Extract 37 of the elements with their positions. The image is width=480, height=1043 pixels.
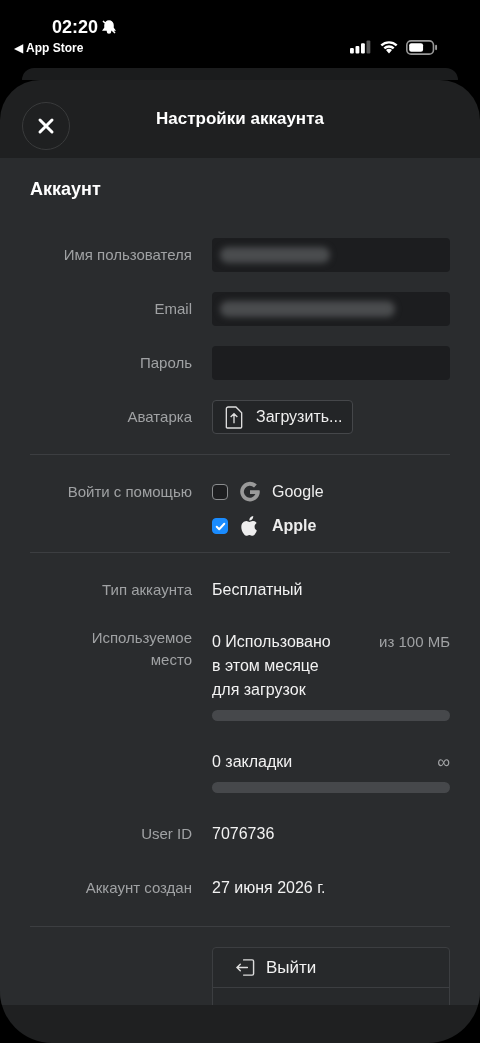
logout-button[interactable]: Выйти xyxy=(213,948,449,988)
field-label: Пароль xyxy=(138,353,192,373)
field-label: Имя пользователя xyxy=(62,245,192,265)
muted-bell-icon xyxy=(101,19,118,35)
field-label: User ID xyxy=(140,824,192,844)
field-label: Аватарка xyxy=(126,407,192,427)
checkbox[interactable] xyxy=(212,484,228,500)
field-label: Войти с помощью xyxy=(66,482,192,502)
input-field[interactable] xyxy=(212,238,450,272)
usage-text: 0 Использовано в этом месяце для загрузок xyxy=(212,632,331,700)
wifi-icon xyxy=(379,39,399,55)
user-id-value: 7076736 xyxy=(212,825,275,842)
input-field[interactable] xyxy=(212,292,450,326)
provider-name: Apple xyxy=(272,517,317,535)
logout-icon xyxy=(235,958,256,977)
provider-name: Google xyxy=(272,483,324,501)
clock-time: 02:20 xyxy=(52,17,99,37)
account-type-value: Бесплатный xyxy=(212,581,303,598)
battery-icon xyxy=(406,39,438,55)
checkbox[interactable] xyxy=(212,518,228,534)
usage-limit: ∞ xyxy=(437,751,450,774)
field-label: Email xyxy=(153,299,192,319)
field-label: Используемое место xyxy=(90,628,192,670)
created-date: 27 июня 2026 г. xyxy=(212,879,326,896)
sheet-title: Настройки аккаунта xyxy=(156,109,324,129)
field-label: Тип аккаунта xyxy=(101,580,192,600)
field-label: Аккаунт создан xyxy=(84,878,192,898)
signal-icon xyxy=(350,40,372,54)
section-title: Аккаунт xyxy=(30,178,102,200)
upload-button[interactable]: Загрузить... xyxy=(212,400,354,434)
upload-icon xyxy=(224,405,244,429)
usage-limit: из 100 МБ xyxy=(379,632,450,652)
close-icon xyxy=(36,116,56,136)
usage-text: 0 закладки xyxy=(212,752,293,772)
back-link[interactable]: ◀ App Store xyxy=(14,40,118,56)
google-icon xyxy=(238,480,262,504)
close-button[interactable] xyxy=(22,102,70,150)
